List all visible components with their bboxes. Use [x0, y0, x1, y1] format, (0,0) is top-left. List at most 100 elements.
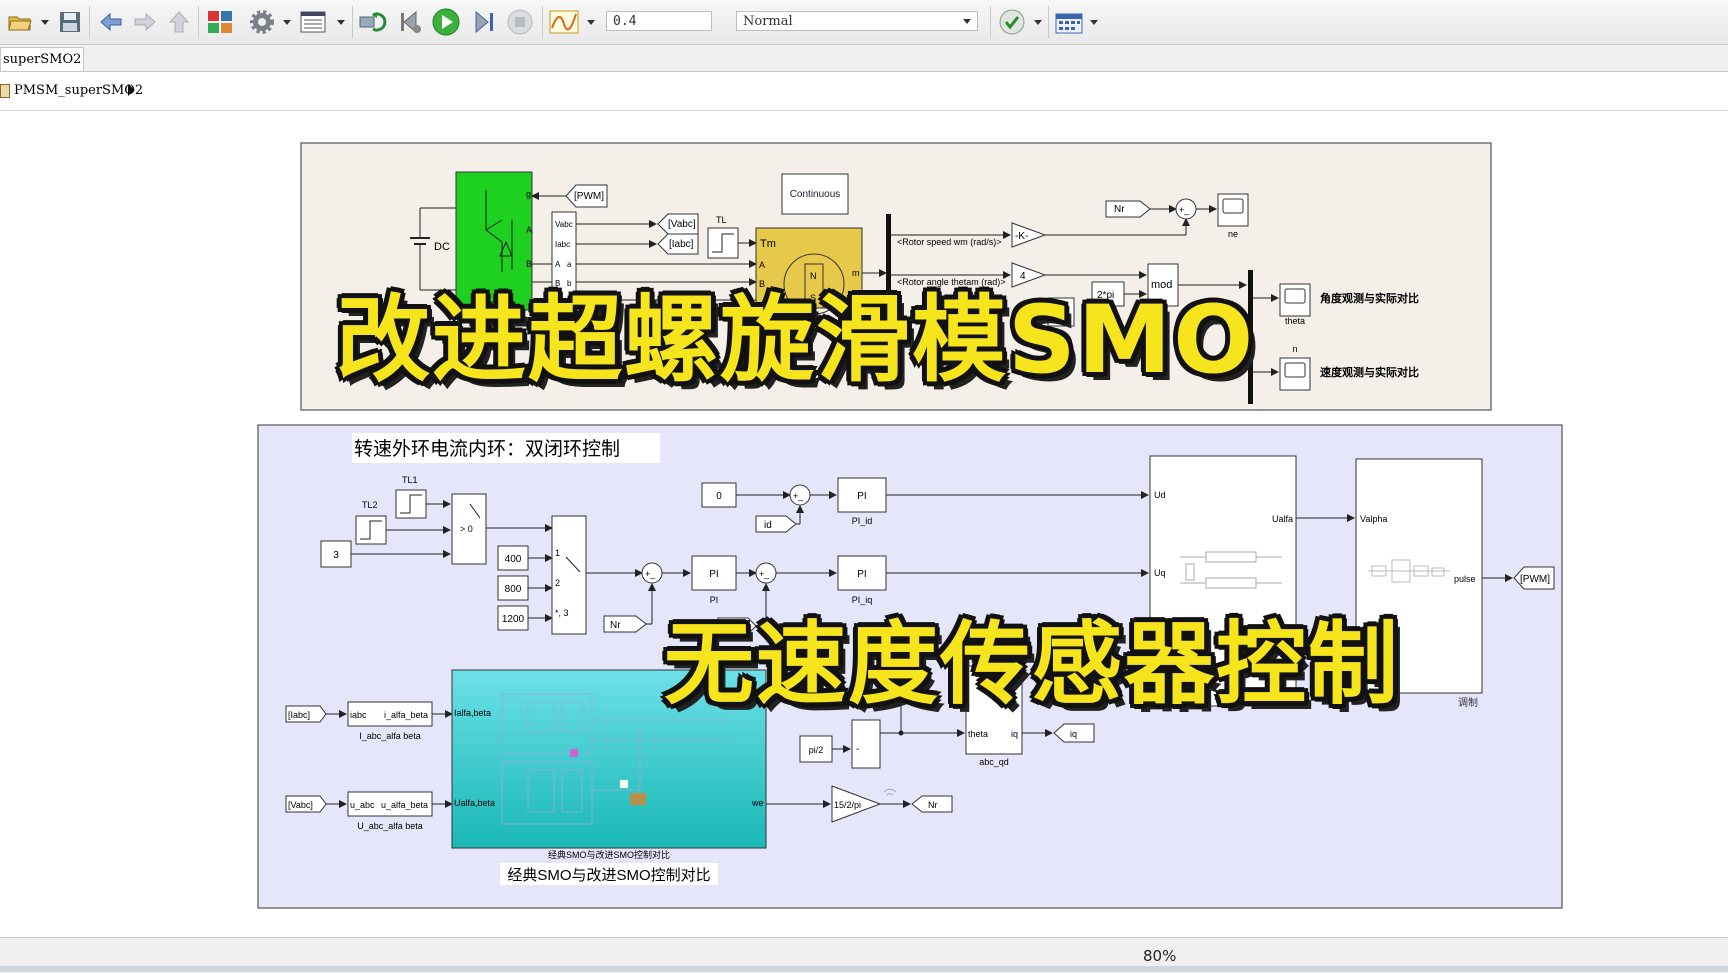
svg-text:800: 800: [505, 584, 522, 595]
svg-text:U_abc_alfa beta: U_abc_alfa beta: [357, 821, 423, 831]
simulation-mode-value: Normal: [743, 14, 793, 29]
svg-text:4: 4: [1020, 271, 1026, 282]
chevron-down-icon[interactable]: [587, 20, 595, 25]
svg-text:A: A: [555, 260, 561, 269]
breadcrumb-model[interactable]: PMSM_superSMO2: [14, 83, 143, 98]
svg-text:A: A: [526, 225, 532, 235]
svg-text:I_abc_alfa beta: I_abc_alfa beta: [359, 731, 421, 741]
svg-text:g: g: [526, 189, 531, 199]
svg-text:pulse: pulse: [1454, 574, 1476, 584]
model-canvas[interactable]: DC g A B [PWM] Vabc Iabc a b A B [Vabc]: [0, 111, 1728, 937]
svg-text:Ialfa,beta: Ialfa,beta: [454, 708, 491, 718]
svg-text:+_: +_: [793, 491, 804, 501]
calendar-grid-icon[interactable]: [1054, 7, 1084, 37]
overlay-title-1: 改进超螺旋滑模SMO: [336, 286, 1256, 395]
svg-text:*, 3: *, 3: [555, 608, 569, 618]
svg-text:PI: PI: [857, 491, 866, 502]
check-icon[interactable]: [997, 7, 1027, 37]
svg-text:[Vabc]: [Vabc]: [288, 800, 313, 810]
chevron-down-icon[interactable]: [337, 20, 345, 25]
svg-text:0: 0: [716, 491, 722, 502]
svg-text:[Iabc]: [Iabc]: [669, 239, 694, 250]
svg-text:B: B: [526, 259, 532, 269]
svg-text:400: 400: [505, 554, 522, 565]
angle-caption: 角度观测与实际对比: [1320, 291, 1419, 305]
dc-label: DC: [434, 241, 450, 253]
svg-text:Nr: Nr: [610, 620, 621, 631]
svg-text:pi/2: pi/2: [809, 745, 824, 755]
svg-text:iq: iq: [1011, 729, 1018, 739]
svg-text:Iabc: Iabc: [555, 240, 570, 249]
svg-text:u_alfa_beta: u_alfa_beta: [381, 800, 428, 810]
svg-text:[Vabc]: [Vabc]: [668, 219, 696, 230]
forward-arrow-icon[interactable]: [131, 7, 159, 37]
svg-text:Ualfa: Ualfa: [1272, 514, 1293, 524]
library-browser-icon[interactable]: [205, 7, 235, 37]
chevron-down-icon: [963, 19, 971, 24]
svg-text:3: 3: [333, 550, 339, 561]
svg-text:Ualfa,beta: Ualfa,beta: [454, 798, 495, 808]
svg-text:PI: PI: [709, 569, 718, 580]
horizontal-scrollbar[interactable]: [0, 966, 1728, 972]
svg-text:Uq: Uq: [1154, 568, 1166, 578]
svg-text:+_: +_: [645, 569, 656, 579]
chevron-down-icon[interactable]: [1090, 20, 1098, 25]
data-inspector-icon[interactable]: [548, 7, 580, 37]
tab-bar: superSMO2: [0, 45, 1728, 72]
svg-text:2: 2: [555, 578, 560, 588]
up-arrow-icon[interactable]: [165, 7, 193, 37]
stop-time-input[interactable]: 0.4: [606, 11, 712, 31]
control-title: 转速外环电流内环：双闭环控制: [354, 438, 620, 460]
svg-text:we: we: [751, 798, 764, 808]
smo-caption-small: 经典SMO与改进SMO控制对比: [548, 849, 670, 860]
svg-text:PI_id: PI_id: [852, 516, 873, 526]
svg-text:iabc: iabc: [350, 710, 367, 720]
chevron-down-icon[interactable]: [41, 20, 49, 25]
svg-text:[PWM]: [PWM]: [1520, 574, 1550, 585]
svg-text:> 0: > 0: [460, 524, 473, 534]
svg-text:theta: theta: [1285, 316, 1305, 326]
stop-icon[interactable]: [505, 7, 535, 37]
rotor-speed-label: <Rotor speed wm (rad/s)>: [897, 237, 1002, 247]
save-icon[interactable]: [56, 7, 84, 37]
svg-text:Ud: Ud: [1154, 490, 1166, 500]
chevron-down-icon[interactable]: [1034, 20, 1042, 25]
block-diagram: DC g A B [PWM] Vabc Iabc a b A B [Vabc]: [257, 142, 1563, 909]
gear-icon[interactable]: [248, 7, 276, 37]
tab-model[interactable]: superSMO2: [0, 47, 84, 71]
run-icon[interactable]: [431, 7, 461, 37]
model-explorer-icon[interactable]: [298, 7, 328, 37]
svg-text:[PWM]: [PWM]: [574, 191, 604, 202]
svg-text:id: id: [764, 520, 772, 531]
svg-text:i_alfa_beta: i_alfa_beta: [384, 710, 428, 720]
svg-text:iq: iq: [1070, 729, 1077, 739]
svg-text:n: n: [1292, 344, 1297, 354]
svg-text:theta: theta: [968, 729, 988, 739]
folder-open-icon[interactable]: [6, 7, 34, 37]
svg-text:PI_iq: PI_iq: [852, 595, 873, 605]
chevron-down-icon[interactable]: [283, 20, 291, 25]
svg-text:1200: 1200: [502, 614, 525, 625]
back-arrow-icon[interactable]: [97, 7, 125, 37]
svg-text:Tm: Tm: [760, 238, 776, 250]
svg-text:A: A: [759, 260, 765, 270]
svg-text:Continuous: Continuous: [790, 189, 841, 200]
simulation-mode-select[interactable]: Normal: [736, 11, 978, 31]
chevron-right-icon[interactable]: [128, 84, 135, 96]
svg-text:TL2: TL2: [362, 500, 378, 510]
svg-text:15/2/pi: 15/2/pi: [834, 800, 861, 810]
svg-text:TL: TL: [716, 215, 727, 225]
toolbar: 0.4 Normal: [0, 0, 1728, 45]
zoom-level: 80%: [1143, 947, 1177, 965]
svg-text:Vabc: Vabc: [555, 220, 573, 229]
breadcrumb: PMSM_superSMO2: [0, 72, 1728, 112]
update-diagram-icon[interactable]: [358, 7, 388, 37]
smo-caption: 经典SMO与改进SMO控制对比: [507, 867, 710, 884]
svg-text:N: N: [810, 271, 817, 281]
svg-text:PI: PI: [710, 595, 719, 605]
powergui-block[interactable]: Continuous: [781, 173, 849, 215]
step-back-icon[interactable]: [396, 7, 426, 37]
step-forward-icon[interactable]: [468, 7, 498, 37]
speed-caption: 速度观测与实际对比: [1320, 365, 1419, 379]
svg-text:Valpha: Valpha: [1360, 514, 1387, 524]
